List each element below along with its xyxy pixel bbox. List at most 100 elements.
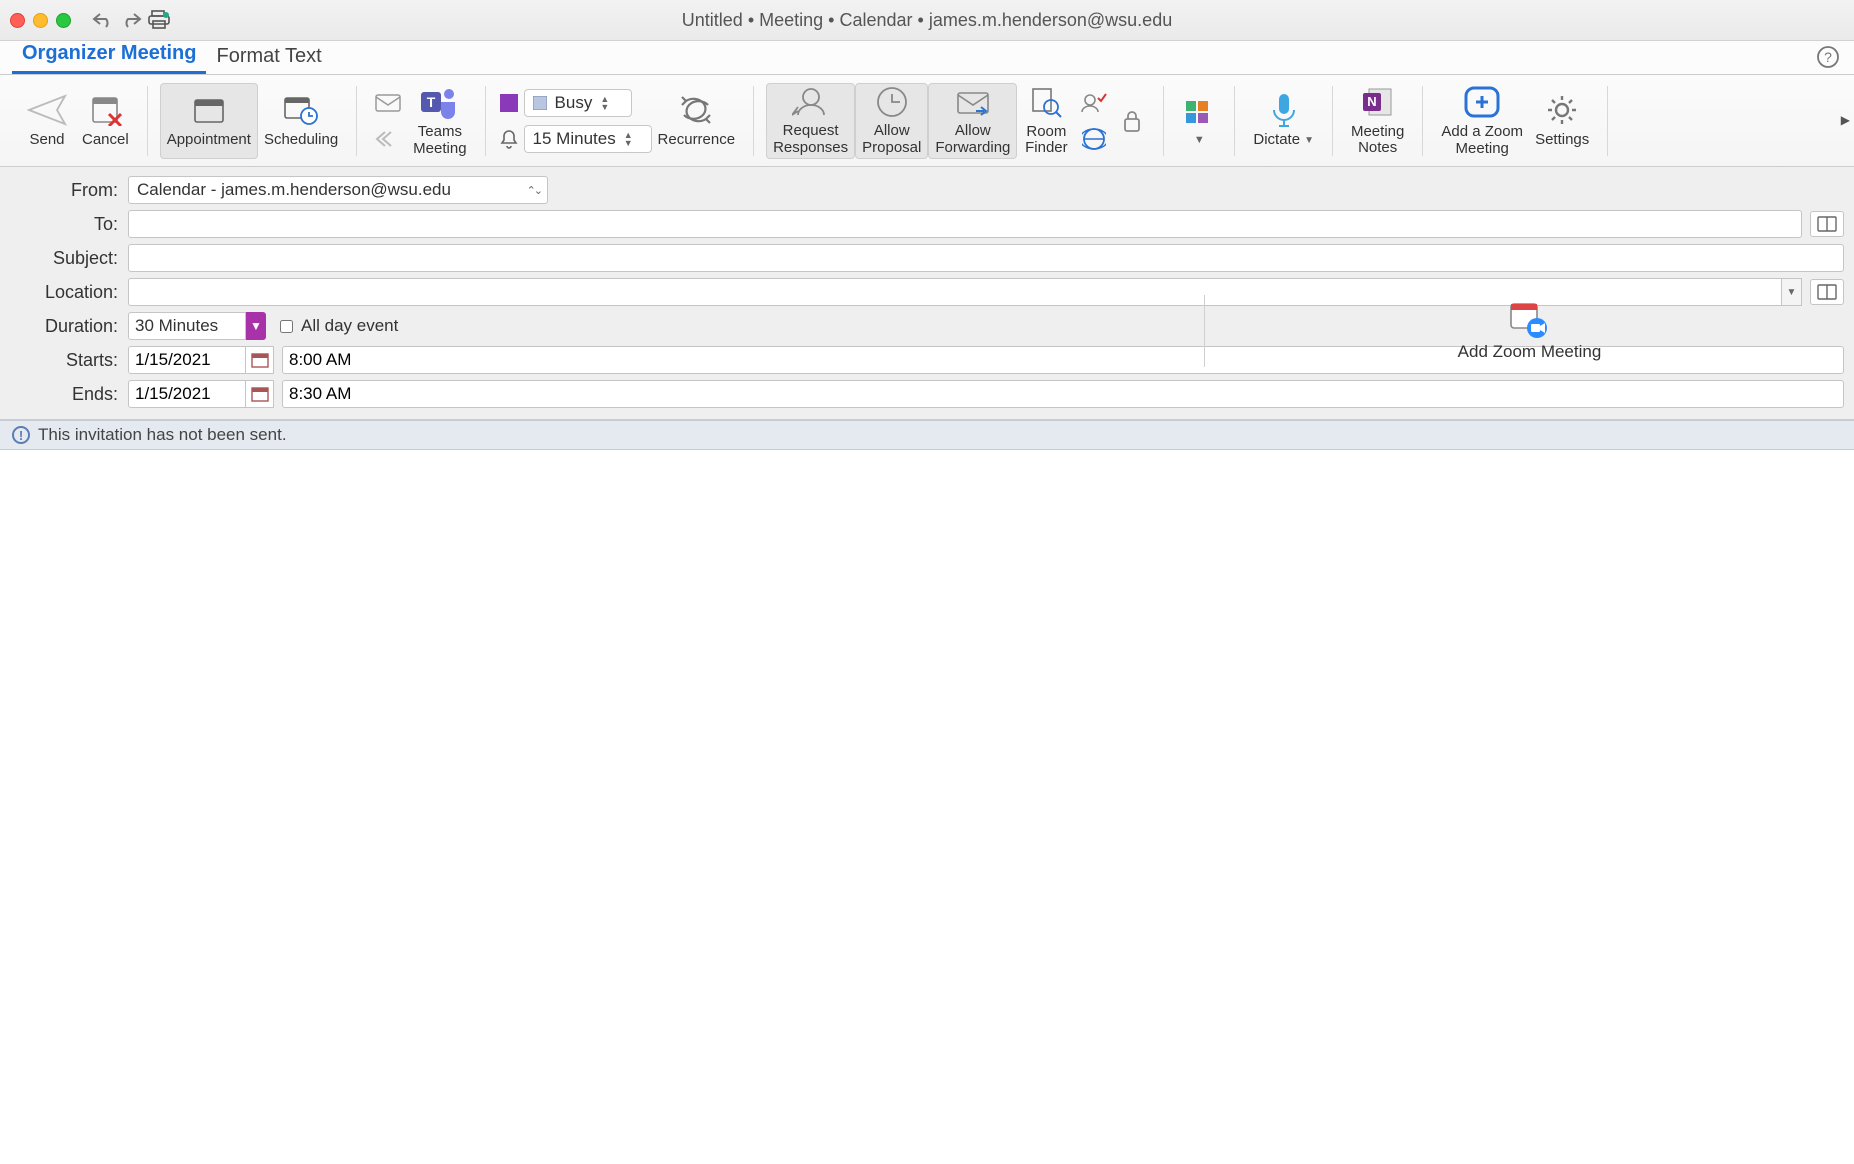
zoom-meeting-pane: Add Zoom Meeting <box>1204 295 1854 367</box>
duration-label: Duration: <box>0 316 128 337</box>
ends-date-input[interactable] <box>128 380 246 408</box>
duration-value: 30 Minutes <box>128 312 246 340</box>
subject-label: Subject: <box>0 248 128 269</box>
window-title: Untitled • Meeting • Calendar • james.m.… <box>682 10 1172 31</box>
all-day-checkbox-input[interactable] <box>280 320 293 333</box>
dictate-icon <box>1269 92 1299 128</box>
tab-format-text[interactable]: Format Text <box>206 39 331 74</box>
check-names-button[interactable] <box>1079 88 1109 118</box>
meeting-notes-button[interactable]: N Meeting Notes <box>1345 83 1410 159</box>
reminder-value: 15 Minutes <box>533 129 616 149</box>
help-button[interactable]: ? <box>1816 45 1840 69</box>
categorize-button[interactable]: ▼ <box>1176 83 1222 159</box>
location-label: Location: <box>0 282 128 303</box>
duration-dropdown-button[interactable]: ▼ <box>246 312 266 340</box>
ribbon-expand-button[interactable]: ▶ <box>1841 113 1850 127</box>
status-color-icon <box>498 92 520 114</box>
send-label: Send <box>29 132 64 149</box>
status-swatch-icon <box>533 96 547 110</box>
status-value: Busy <box>555 93 593 113</box>
room-finder-button[interactable]: Room Finder <box>1017 83 1075 159</box>
calendar-icon <box>251 352 269 368</box>
gear-icon <box>1544 92 1580 128</box>
redo-button[interactable] <box>117 6 145 34</box>
reply-all-small-button[interactable] <box>373 124 403 154</box>
status-dropdown[interactable]: Busy ▲▼ <box>524 89 632 117</box>
teams-meeting-button[interactable]: T Teams Meeting <box>407 83 472 159</box>
teams-icon: T <box>419 84 461 120</box>
reminder-dropdown[interactable]: 15 Minutes ▲▼ <box>524 125 652 153</box>
reminder-bell-icon <box>498 128 520 150</box>
calendar-icon <box>251 386 269 402</box>
settings-label: Settings <box>1535 132 1589 149</box>
zoom-add-icon <box>1462 84 1502 120</box>
all-day-label: All day event <box>301 316 398 336</box>
to-address-book-button[interactable] <box>1810 211 1844 237</box>
room-finder-label: Room Finder <box>1025 124 1068 157</box>
info-icon: ! <box>12 426 30 444</box>
ends-time-input[interactable] <box>282 380 1844 408</box>
titlebar: Untitled • Meeting • Calendar • james.m.… <box>0 0 1854 41</box>
svg-text:N: N <box>1367 94 1376 109</box>
meeting-body-editor[interactable] <box>0 450 1854 1050</box>
undo-button[interactable] <box>89 6 117 34</box>
onenote-icon: N <box>1361 85 1395 120</box>
scheduling-button[interactable]: Scheduling <box>258 83 344 159</box>
zoom-add-panel-button[interactable]: Add Zoom Meeting <box>1458 300 1602 362</box>
starts-date-picker-button[interactable] <box>246 346 274 374</box>
allow-forwarding-button[interactable]: Allow Forwarding <box>928 83 1017 159</box>
meeting-notes-label: Meeting Notes <box>1351 124 1404 157</box>
allow-proposal-label: Allow Proposal <box>862 123 921 156</box>
ribbon: Send Cancel Appointment Scheduling <box>0 75 1854 167</box>
chevron-down-icon: ▼ <box>1304 135 1314 146</box>
zoom-window-button[interactable] <box>56 13 71 28</box>
mail-small-button[interactable] <box>373 88 403 118</box>
to-label: To: <box>0 214 128 235</box>
dictate-button[interactable]: Dictate ▼ <box>1247 83 1320 159</box>
allow-forwarding-icon <box>954 85 992 119</box>
ends-label: Ends: <box>0 384 128 405</box>
private-button[interactable] <box>1117 106 1147 136</box>
allow-proposal-button[interactable]: Allow Proposal <box>855 83 928 159</box>
from-value: Calendar - james.m.henderson@wsu.edu <box>137 180 451 200</box>
starts-date-input[interactable] <box>128 346 246 374</box>
send-button[interactable]: Send <box>18 83 76 159</box>
ends-date-picker-button[interactable] <box>246 380 274 408</box>
subject-input[interactable] <box>128 244 1844 272</box>
zoom-icon <box>1507 300 1551 340</box>
tab-organizer-meeting[interactable]: Organizer Meeting <box>12 36 206 74</box>
recurrence-label: Recurrence <box>658 132 736 149</box>
settings-button[interactable]: Settings <box>1529 83 1595 159</box>
info-bar: ! This invitation has not been sent. <box>0 420 1854 450</box>
time-zones-button[interactable] <box>1079 124 1109 154</box>
appointment-label: Appointment <box>167 132 251 149</box>
address-book-icon <box>1816 215 1838 233</box>
close-window-button[interactable] <box>10 13 25 28</box>
cancel-button[interactable]: Cancel <box>76 83 135 159</box>
dictate-label: Dictate <box>1253 132 1300 149</box>
appointment-icon <box>191 92 227 128</box>
request-responses-icon <box>792 85 830 119</box>
recurrence-button[interactable]: Recurrence <box>652 83 742 159</box>
teams-label: Teams Meeting <box>413 124 466 157</box>
from-dropdown[interactable]: Calendar - james.m.henderson@wsu.edu <box>128 176 548 204</box>
appointment-button[interactable]: Appointment <box>160 83 258 159</box>
recurrence-icon <box>676 92 716 128</box>
window-controls <box>10 13 71 28</box>
cancel-icon <box>85 92 125 128</box>
add-zoom-label: Add a Zoom Meeting <box>1441 124 1523 157</box>
zoom-add-panel-label: Add Zoom Meeting <box>1458 342 1602 362</box>
room-finder-icon <box>1029 85 1063 120</box>
minimize-window-button[interactable] <box>33 13 48 28</box>
add-zoom-meeting-button[interactable]: Add a Zoom Meeting <box>1435 83 1529 159</box>
print-button[interactable] <box>145 6 173 34</box>
scheduling-label: Scheduling <box>264 132 338 149</box>
request-responses-label: Request Responses <box>773 123 848 156</box>
request-responses-button[interactable]: Request Responses <box>766 83 855 159</box>
all-day-checkbox[interactable]: All day event <box>280 316 398 336</box>
info-message: This invitation has not been sent. <box>38 425 287 445</box>
to-input[interactable] <box>128 210 1802 238</box>
from-label: From: <box>0 180 128 201</box>
ribbon-tabs: Organizer Meeting Format Text ? <box>0 41 1854 75</box>
chevron-down-icon: ▼ <box>1194 134 1205 146</box>
